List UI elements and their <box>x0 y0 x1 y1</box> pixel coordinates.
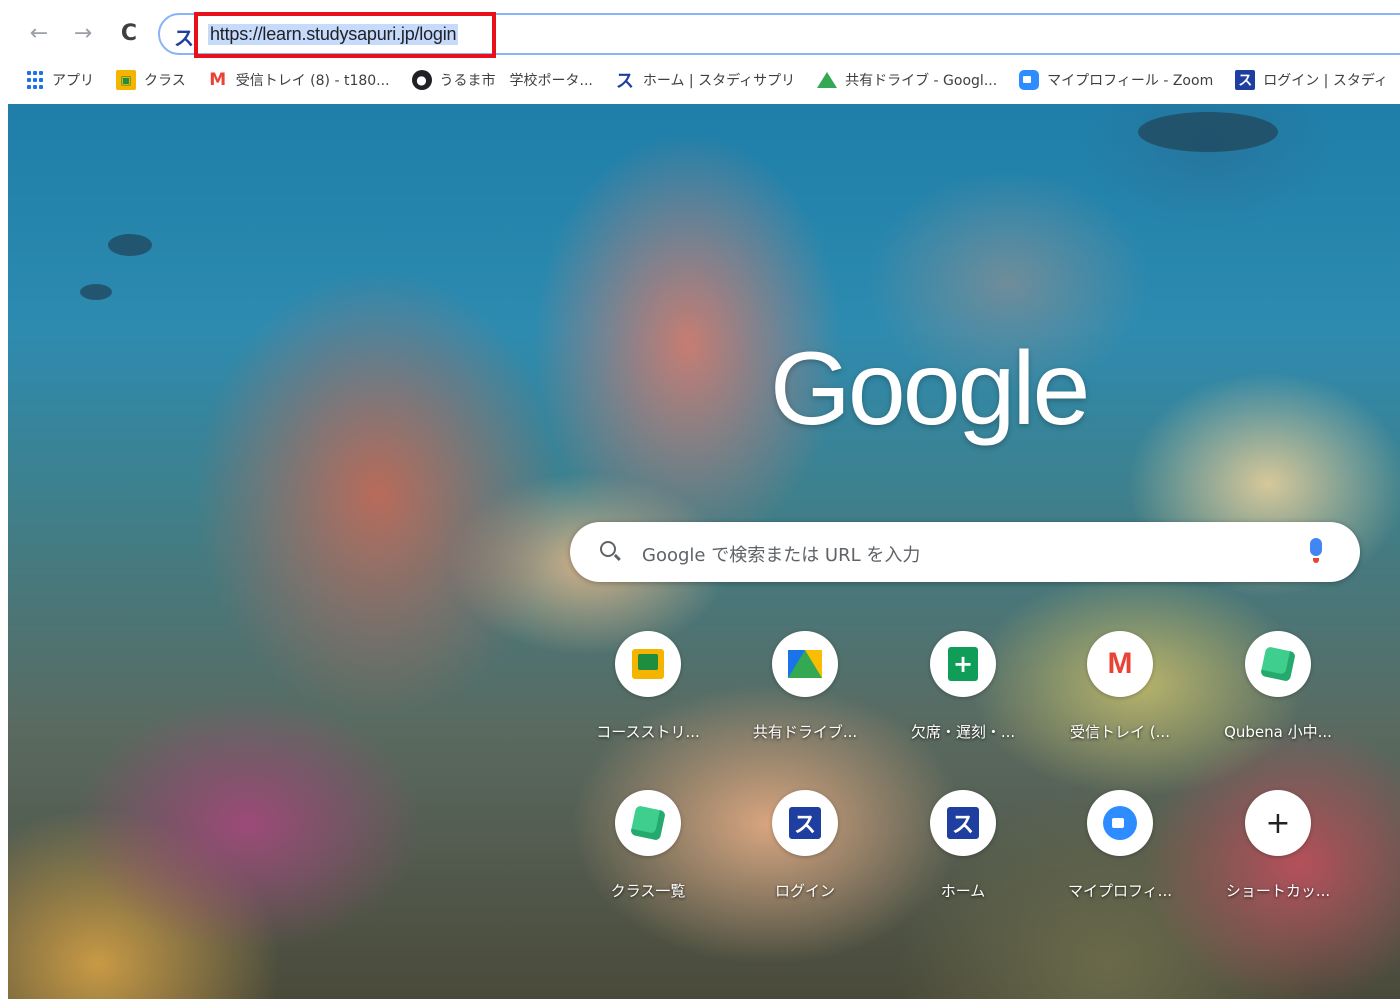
shortcut-icon-circle: + <box>930 631 996 697</box>
bookmark-label: アプリ <box>52 73 94 89</box>
fish-decoration <box>1138 112 1278 152</box>
bookmark-label: ログイン | スタディ <box>1263 73 1388 89</box>
shortcut-label: 受信トレイ (... <box>1070 723 1170 741</box>
shortcut-label: 欠席・遅刻・... <box>910 723 1016 741</box>
shortcut-icon-circle: M <box>1087 631 1153 697</box>
bookmark-apps[interactable]: アプリ <box>26 70 94 90</box>
shortcut-icon-circle <box>772 631 838 697</box>
globe-icon: ● <box>411 70 432 90</box>
fish-decoration <box>108 234 152 256</box>
drive-icon <box>788 650 822 678</box>
back-icon[interactable]: ← <box>24 18 54 48</box>
url-highlight-annotation <box>194 12 496 58</box>
bookmark-uruma-portal[interactable]: ● うるま市 学校ポータ... <box>411 70 593 90</box>
shortcut-label: Qubena 小中... <box>1224 723 1332 741</box>
sheets-icon: + <box>948 647 978 681</box>
bookmark-label: うるま市 学校ポータ... <box>439 73 593 89</box>
bookmark-label: クラス <box>144 73 186 89</box>
bookmarks-bar: アプリ ▣ クラス M 受信トレイ (8) - t180... ● うるま市 学… <box>8 62 1400 98</box>
gmail-icon: M <box>1107 647 1133 680</box>
apps-grid-icon <box>26 71 44 89</box>
shortcut-icon-circle: ス <box>930 790 996 856</box>
shortcut-label: 共有ドライブ... <box>752 723 858 741</box>
zoom-icon <box>1019 70 1040 90</box>
shortcut-icon-circle: ス <box>772 790 838 856</box>
bookmark-class[interactable]: ▣ クラス <box>116 70 186 90</box>
qubena-cube-icon <box>630 805 666 841</box>
studysapuri-icon: ス <box>615 71 634 92</box>
classroom-icon: ▣ <box>116 70 136 90</box>
shortcut-label: ショートカッ... <box>1225 882 1331 900</box>
shortcut-label: クラス一覧 <box>610 882 686 900</box>
shortcut-label: コースストリ... <box>596 723 700 741</box>
shortcut-tile[interactable]: ス ホーム <box>898 790 1028 920</box>
shortcut-tile[interactable]: ス ログイン <box>740 790 870 920</box>
shortcut-tile[interactable]: Qubena 小中... <box>1213 631 1343 761</box>
add-shortcut-tile[interactable]: + ショートカッ... <box>1213 790 1343 920</box>
shortcut-icon-circle <box>615 790 681 856</box>
browser-chrome: ← → C ス https://learn.studysapuri.jp/log… <box>0 0 1400 104</box>
studysapuri-icon: ス <box>789 807 821 839</box>
shortcut-icon-circle <box>615 631 681 697</box>
studysapuri-icon: ス <box>947 807 979 839</box>
bookmark-studysapuri-home[interactable]: ス ホーム | スタディサプリ <box>615 70 796 92</box>
shortcut-tile[interactable]: M 受信トレイ (... <box>1055 631 1185 761</box>
forward-icon[interactable]: → <box>68 18 98 48</box>
shortcut-tile[interactable]: コースストリ... <box>583 631 713 761</box>
qubena-cube-icon <box>1260 646 1296 682</box>
studysapuri-box-icon: ス <box>1235 70 1256 90</box>
new-tab-page: Google Google で検索または URL を入力 コースストリ... 共… <box>8 104 1400 999</box>
zoom-icon <box>1103 806 1137 840</box>
drive-icon <box>817 72 838 88</box>
microphone-icon[interactable] <box>1310 538 1322 563</box>
bookmark-shared-drive[interactable]: 共有ドライブ - Googl... <box>817 70 997 90</box>
bookmark-studysapuri-login[interactable]: ス ログイン | スタディ <box>1235 70 1388 90</box>
reload-icon[interactable]: C <box>114 18 144 48</box>
google-logo: Google <box>770 331 1090 447</box>
shortcut-label: ホーム <box>940 882 986 900</box>
plus-icon: + <box>1265 805 1291 841</box>
bookmark-label: マイプロフィール - Zoom <box>1047 73 1214 89</box>
shortcut-label: ログイン <box>774 882 835 900</box>
shortcut-tile[interactable]: 共有ドライブ... <box>740 631 870 761</box>
bookmark-inbox[interactable]: M 受信トレイ (8) - t180... <box>208 70 390 90</box>
shortcut-tile[interactable]: + 欠席・遅刻・... <box>898 631 1028 761</box>
shortcut-label: マイプロフィ... <box>1067 882 1172 900</box>
site-favicon-icon: ス <box>174 26 194 50</box>
shortcut-tile[interactable]: マイプロフィ... <box>1055 790 1185 920</box>
bookmark-label: 共有ドライブ - Googl... <box>845 73 998 89</box>
shortcut-icon-circle <box>1087 790 1153 856</box>
search-icon <box>600 541 616 557</box>
search-box[interactable]: Google で検索または URL を入力 <box>570 522 1360 582</box>
bookmark-label: 受信トレイ (8) - t180... <box>235 73 390 89</box>
shortcut-tile[interactable]: クラス一覧 <box>583 790 713 920</box>
fish-decoration <box>80 284 112 300</box>
shortcut-icon-circle <box>1245 631 1311 697</box>
gmail-icon: M <box>209 70 227 90</box>
search-placeholder[interactable]: Google で検索または URL を入力 <box>642 541 920 567</box>
bookmark-label: ホーム | スタディサプリ <box>642 73 796 89</box>
bookmark-zoom-profile[interactable]: マイプロフィール - Zoom <box>1019 70 1213 90</box>
classroom-icon <box>632 649 664 679</box>
shortcut-icon-circle: + <box>1245 790 1311 856</box>
